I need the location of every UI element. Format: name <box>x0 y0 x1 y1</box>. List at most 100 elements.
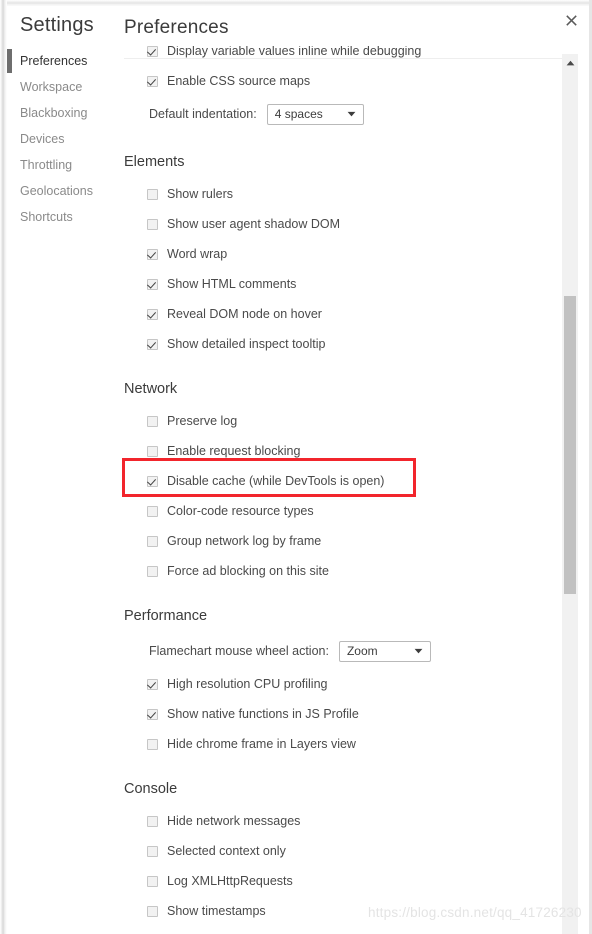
checkbox-selected-context-only[interactable] <box>147 845 158 857</box>
section-heading-elements: Elements <box>124 154 185 170</box>
sidebar-item-geolocations[interactable]: Geolocations <box>8 178 118 204</box>
checkbox-log-xmlhttprequests[interactable] <box>147 875 158 887</box>
watermark-text: https://blog.csdn.net/qq_41726230 <box>368 905 582 920</box>
triangle-up-icon <box>566 53 575 71</box>
section-heading-performance: Performance <box>124 608 208 624</box>
sidebar-item-throttling[interactable]: Throttling <box>8 152 118 178</box>
scrollbar-up-button[interactable] <box>562 54 578 70</box>
sidebar-item-preferences[interactable]: Preferences <box>7 48 118 74</box>
sidebar-item-workspace[interactable]: Workspace <box>8 74 118 100</box>
checkbox-label: Force ad blocking on this site <box>167 564 329 578</box>
checkbox-row-high-resolution-cpu-profiling[interactable]: High resolution CPU profiling <box>118 669 558 699</box>
page-title: Preferences <box>124 17 229 38</box>
checkbox-row-hide-network-messages[interactable]: Hide network messages <box>118 806 558 836</box>
section-network: Network Preserve log Enable request blocki… <box>118 381 558 586</box>
checkbox-label: Display variable values inline while deb… <box>167 46 422 58</box>
checkbox-label: Show native functions in JS Profile <box>167 707 359 721</box>
sidebar-item-blackboxing[interactable]: Blackboxing <box>8 100 118 126</box>
checkbox-show-native-functions-in-js-profile[interactable] <box>147 708 158 720</box>
checkbox-hide-chrome-frame-in-layers-view[interactable] <box>147 738 158 750</box>
chevron-down-icon <box>329 111 356 117</box>
checkbox-row-autocomplete-from-history[interactable]: Autocomplete from history <box>118 926 558 934</box>
checkbox-label: Preserve log <box>167 414 238 428</box>
default-indentation-value: 4 spaces <box>274 107 323 121</box>
checkbox-label: Selected context only <box>167 844 286 858</box>
checkbox-row-reveal-dom-node-on-hover[interactable]: Reveal DOM node on hover <box>118 299 558 329</box>
chevron-down-icon <box>396 648 423 654</box>
checkbox-row-show-html-comments[interactable]: Show HTML comments <box>118 269 558 299</box>
checkbox-show-html-comments[interactable] <box>147 278 158 290</box>
checkbox-row-word-wrap[interactable]: Word wrap <box>118 239 558 269</box>
checkbox-row-enable-request-blocking[interactable]: Enable request blocking <box>118 436 558 466</box>
checkbox-row-show-detailed-inspect-tooltip[interactable]: Show detailed inspect tooltip <box>118 329 558 359</box>
checkbox-label: Enable CSS source maps <box>167 74 311 88</box>
default-indentation-label: Default indentation: <box>149 107 257 121</box>
vertical-scrollbar[interactable] <box>562 54 578 934</box>
checkbox-reveal-dom-node-on-hover[interactable] <box>147 308 158 320</box>
checkbox-row-show-user-agent-shadow-dom[interactable]: Show user agent shadow DOM <box>118 209 558 239</box>
checkbox-show-user-agent-shadow-dom[interactable] <box>147 218 158 230</box>
checkbox-row-group-network-log-by-frame[interactable]: Group network log by frame <box>118 526 558 556</box>
checkbox-row-display-variable-values-inline-while-debugging[interactable]: Display variable values inline while deb… <box>118 46 558 66</box>
checkbox-label: Enable request blocking <box>167 444 301 458</box>
checkbox-preserve-log[interactable] <box>147 415 158 427</box>
settings-sidebar: Settings Preferences Workspace Blackboxing… <box>7 14 118 920</box>
checkbox-row-color-code-resource-types[interactable]: Color-code resource types <box>118 496 558 526</box>
checkbox-label: Log XMLHttpRequests <box>167 874 293 888</box>
checkbox-label: Show timestamps <box>167 904 266 918</box>
sidebar-nav: Preferences Workspace Blackboxing Devices Th… <box>7 48 118 230</box>
checkbox-label: Show rulers <box>167 187 233 201</box>
checkbox-row-log-xmlhttprequests[interactable]: Log XMLHttpRequests <box>118 866 558 896</box>
checkbox-label: Show user agent shadow DOM <box>167 217 341 231</box>
checkbox-label: Color-code resource types <box>167 504 314 518</box>
checkbox-enable-css-source-maps[interactable] <box>147 75 158 87</box>
flamechart-mouse-wheel-label: Flamechart mouse wheel action: <box>149 644 329 658</box>
checkbox-show-detailed-inspect-tooltip[interactable] <box>147 338 158 350</box>
preferences-list: Display variable values inline while deb… <box>118 46 558 934</box>
checkbox-label: Word wrap <box>167 247 228 261</box>
flamechart-mouse-wheel-value: Zoom <box>346 644 378 658</box>
window-top-edge <box>7 0 592 6</box>
checkbox-row-selected-context-only[interactable]: Selected context only <box>118 836 558 866</box>
checkbox-display-variable-values-inline-while-debugging[interactable] <box>147 46 158 57</box>
checkbox-row-preserve-log[interactable]: Preserve log <box>118 406 558 436</box>
sidebar-item-devices[interactable]: Devices <box>8 126 118 152</box>
checkbox-force-ad-blocking-on-this-site[interactable] <box>147 565 158 577</box>
checkbox-row-show-native-functions-in-js-profile[interactable]: Show native functions in JS Profile <box>118 699 558 729</box>
sidebar-item-shortcuts[interactable]: Shortcuts <box>8 204 118 230</box>
section-heading-network: Network <box>124 381 178 397</box>
checkbox-group-network-log-by-frame[interactable] <box>147 535 158 547</box>
checkbox-color-code-resource-types[interactable] <box>147 505 158 517</box>
checkbox-label: High resolution CPU profiling <box>167 677 328 691</box>
checkbox-disable-cache-while-devtools-is-open[interactable] <box>147 475 158 487</box>
checkbox-row-enable-css-source-maps[interactable]: Enable CSS source maps <box>118 66 558 96</box>
checkbox-row-disable-cache-while-devtools-is-open[interactable]: Disable cache (while DevTools is open) <box>118 466 558 496</box>
checkbox-label: Group network log by frame <box>167 534 322 548</box>
default-indentation-row: Default indentation: 4 spaces <box>118 96 558 132</box>
flamechart-mouse-wheel-select[interactable]: Zoom <box>338 640 431 662</box>
checkbox-hide-network-messages[interactable] <box>147 815 158 827</box>
checkbox-row-show-rulers[interactable]: Show rulers <box>118 179 558 209</box>
section-elements: Elements Show rulers Show user agent shado… <box>118 154 558 359</box>
checkbox-high-resolution-cpu-profiling[interactable] <box>147 678 158 690</box>
checkbox-enable-request-blocking[interactable] <box>147 445 158 457</box>
checkbox-label: Show detailed inspect tooltip <box>167 337 326 351</box>
section-heading-console: Console <box>124 781 178 797</box>
checkbox-label: Hide chrome frame in Layers view <box>167 737 356 751</box>
checkbox-show-rulers[interactable] <box>147 188 158 200</box>
scrollbar-thumb[interactable] <box>564 296 576 594</box>
checkbox-show-timestamps[interactable] <box>147 905 158 917</box>
settings-window: Settings Preferences Workspace Blackboxing… <box>0 0 592 934</box>
preferences-scroll-area[interactable]: Display variable values inline while deb… <box>118 46 573 934</box>
checkbox-label: Reveal DOM node on hover <box>167 307 322 321</box>
default-indentation-select[interactable]: 4 spaces <box>266 103 364 125</box>
checkbox-label: Show HTML comments <box>167 277 297 291</box>
window-left-edge <box>0 0 7 934</box>
checkbox-label: Hide network messages <box>167 814 301 828</box>
flamechart-mouse-wheel-row: Flamechart mouse wheel action: Zoom <box>118 633 558 669</box>
sidebar-title: Settings <box>20 14 94 36</box>
checkbox-row-hide-chrome-frame-in-layers-view[interactable]: Hide chrome frame in Layers view <box>118 729 558 759</box>
checkbox-word-wrap[interactable] <box>147 248 158 260</box>
section-performance: Performance Flamechart mouse wheel action… <box>118 608 558 759</box>
checkbox-row-force-ad-blocking-on-this-site[interactable]: Force ad blocking on this site <box>118 556 558 586</box>
